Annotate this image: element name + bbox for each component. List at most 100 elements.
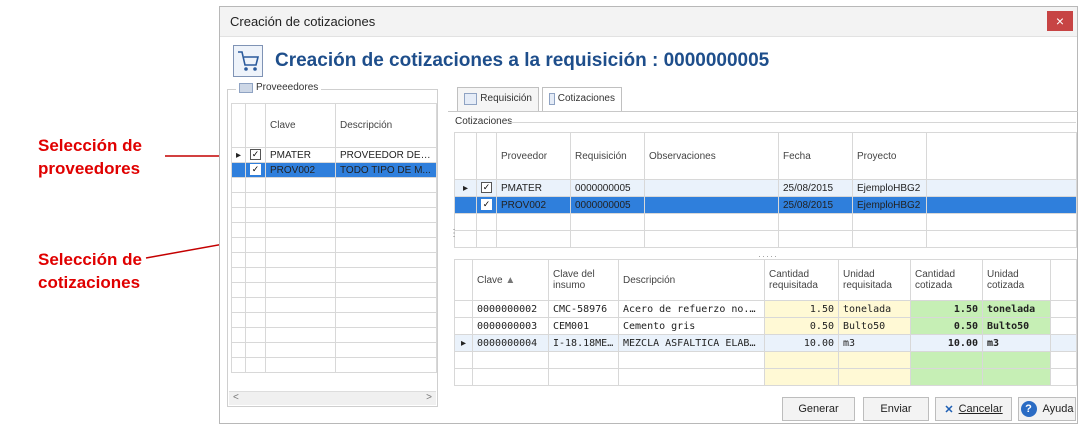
providers-panel: Proveeedores Clave Descripción ▸ ✓ PMATE… xyxy=(227,82,438,407)
provider-row-selected[interactable]: ✓ PROV002 TODO TIPO DE M... xyxy=(231,162,437,178)
detail-unidad-requisitada[interactable]: m3 xyxy=(838,334,911,352)
row-indicator: ▸ xyxy=(454,334,473,352)
detail-unidad-cotizada[interactable]: m3 xyxy=(982,334,1051,352)
detail-insumo[interactable]: I-18.18MEZ... xyxy=(548,334,619,352)
provider-descripcion[interactable]: PROVEEDOR DE M... xyxy=(335,147,437,163)
detail-clave[interactable]: 0000000004 xyxy=(472,334,549,352)
quote-observaciones[interactable] xyxy=(644,179,779,197)
quote-proveedor[interactable]: PMATER xyxy=(496,179,571,197)
col-header-proyecto[interactable]: Proyecto xyxy=(852,132,927,180)
quote-requisicion[interactable]: 0000000005 xyxy=(570,179,645,197)
col-header-unidad-requisitada[interactable]: Unidad requisitada xyxy=(838,259,911,301)
enviar-button[interactable]: Enviar xyxy=(863,397,929,421)
quote-requisicion[interactable]: 0000000005 xyxy=(570,196,645,214)
provider-descripcion[interactable]: TODO TIPO DE M... xyxy=(335,162,437,178)
callout-quote-selection: Selección de cotizaciones xyxy=(38,248,142,294)
checkbox[interactable]: ✓ xyxy=(481,182,492,194)
detail-cantidad-requisitada[interactable]: 0.50 xyxy=(764,317,839,335)
vertical-splitter-grip[interactable]: ⋮ xyxy=(449,228,459,239)
providers-grid: Clave Descripción ▸ ✓ PMATER PROVEEDOR D… xyxy=(231,103,437,373)
detail-cantidad-requisitada[interactable]: 10.00 xyxy=(764,334,839,352)
col-header-cantidad-cotizada[interactable]: Cantidad cotizada xyxy=(910,259,983,301)
quote-fecha[interactable]: 25/08/2015 xyxy=(778,179,853,197)
window-title: Creación de cotizaciones xyxy=(230,14,376,29)
detail-cantidad-cotizada[interactable]: 1.50 xyxy=(910,300,983,318)
col-header-descripcion[interactable]: Descripción xyxy=(618,259,765,301)
quote-fecha[interactable]: 25/08/2015 xyxy=(778,196,853,214)
detail-descripcion[interactable]: Cemento gris xyxy=(618,317,765,335)
quote-row-selected[interactable]: ✓ PROV002 0000000005 25/08/2015 EjemploH… xyxy=(454,196,1077,214)
detail-unidad-requisitada[interactable]: Bulto50 xyxy=(838,317,911,335)
tab-label: Cotizaciones xyxy=(557,93,615,104)
detail-row[interactable]: 0000000003 CEM001 Cemento gris 0.50 Bult… xyxy=(454,317,1077,335)
quote-proyecto[interactable]: EjemploHBG2 xyxy=(852,179,927,197)
provider-checkbox-cell[interactable]: ✓ xyxy=(245,162,266,178)
x-icon: ✕ xyxy=(944,403,954,416)
quote-proveedor[interactable]: PROV002 xyxy=(496,196,571,214)
scroll-right-arrow-icon[interactable]: > xyxy=(426,392,432,403)
quote-observaciones[interactable] xyxy=(644,196,779,214)
ayuda-button[interactable]: ? Ayuda xyxy=(1018,397,1076,421)
provider-clave[interactable]: PMATER xyxy=(265,147,336,163)
detail-descripcion[interactable]: MEZCLA ASFALTICA ELABO.. xyxy=(618,334,765,352)
callout-line: Selección de xyxy=(38,136,142,155)
col-header-requisicion[interactable]: Requisición xyxy=(570,132,645,180)
quotes-header-row: Proveedor Requisición Observaciones Fech… xyxy=(454,132,1077,180)
quotes-grid: Proveedor Requisición Observaciones Fech… xyxy=(454,132,1077,248)
details-header-row: Clave ▲ Clave del insumo Descripción Can… xyxy=(454,259,1077,301)
checkbox[interactable]: ✓ xyxy=(481,199,492,211)
col-header-proveedor[interactable]: Proveedor xyxy=(496,132,571,180)
provider-checkbox-cell[interactable]: ✓ xyxy=(245,147,266,163)
detail-insumo[interactable]: CMC-58976 xyxy=(548,300,619,318)
header-indicator xyxy=(231,103,246,148)
col-header-unidad-cotizada[interactable]: Unidad cotizada xyxy=(982,259,1051,301)
detail-unidad-cotizada[interactable]: Bulto50 xyxy=(982,317,1051,335)
callout-provider-selection: Selección de proveedores xyxy=(38,134,142,180)
detail-unidad-cotizada[interactable]: tonelada xyxy=(982,300,1051,318)
providers-horizontal-scrollbar[interactable]: < > xyxy=(229,391,436,405)
help-icon: ? xyxy=(1020,401,1037,417)
detail-insumo[interactable]: CEM001 xyxy=(548,317,619,335)
detail-cantidad-cotizada[interactable]: 10.00 xyxy=(910,334,983,352)
provider-clave[interactable]: PROV002 xyxy=(265,162,336,178)
detail-cantidad-requisitada[interactable]: 1.50 xyxy=(764,300,839,318)
col-header-clave[interactable]: Clave xyxy=(265,103,336,148)
col-header-fecha[interactable]: Fecha xyxy=(778,132,853,180)
col-header-observaciones[interactable]: Observaciones xyxy=(644,132,779,180)
quote-proyecto[interactable]: EjemploHBG2 xyxy=(852,196,927,214)
col-header-clave[interactable]: Clave ▲ xyxy=(472,259,549,301)
details-grid: Clave ▲ Clave del insumo Descripción Can… xyxy=(454,259,1077,386)
row-indicator xyxy=(454,196,477,214)
quote-checkbox-cell[interactable]: ✓ xyxy=(476,179,497,197)
ayuda-label: Ayuda xyxy=(1042,403,1074,415)
detail-cantidad-cotizada[interactable]: 0.50 xyxy=(910,317,983,335)
row-indicator xyxy=(231,162,246,178)
quote-row[interactable]: ▸ ✓ PMATER 0000000005 25/08/2015 Ejemplo… xyxy=(454,179,1077,197)
quote-checkbox-cell[interactable]: ✓ xyxy=(476,196,497,214)
cancelar-button[interactable]: ✕ Cancelar xyxy=(935,397,1012,421)
checkbox[interactable]: ✓ xyxy=(250,164,261,176)
col-header-descripcion[interactable]: Descripción xyxy=(335,103,437,148)
checkbox[interactable]: ✓ xyxy=(250,149,261,161)
detail-row[interactable]: 0000000002 CMC-58976 Acero de refuerzo n… xyxy=(454,300,1077,318)
tab-cotizaciones[interactable]: Cotizaciones xyxy=(542,87,622,112)
detail-descripcion[interactable]: Acero de refuerzo no. 5 (5/.. xyxy=(618,300,765,318)
detail-clave[interactable]: 0000000002 xyxy=(472,300,549,318)
detail-unidad-requisitada[interactable]: tonelada xyxy=(838,300,911,318)
row-indicator xyxy=(454,317,473,335)
col-header-clave-insumo[interactable]: Clave del insumo xyxy=(548,259,619,301)
detail-row-current[interactable]: ▸ 0000000004 I-18.18MEZ... MEZCLA ASFALT… xyxy=(454,334,1077,352)
requisition-icon xyxy=(464,93,478,105)
detail-clave[interactable]: 0000000003 xyxy=(472,317,549,335)
callout-line: Selección de xyxy=(38,250,142,269)
col-header-cantidad-requisitada[interactable]: Cantidad requisitada xyxy=(764,259,839,301)
header-check xyxy=(245,103,266,148)
scroll-left-arrow-icon[interactable]: < xyxy=(233,392,239,403)
generar-button[interactable]: Generar xyxy=(782,397,855,421)
header: Creación de cotizaciones a la requisició… xyxy=(233,45,1053,79)
tab-requisicion[interactable]: Requisición xyxy=(457,87,539,111)
close-button[interactable]: × xyxy=(1047,11,1073,31)
page-title: Creación de cotizaciones a la requisició… xyxy=(275,50,770,71)
provider-row[interactable]: ▸ ✓ PMATER PROVEEDOR DE M... xyxy=(231,147,437,163)
cart-icon xyxy=(233,45,263,77)
